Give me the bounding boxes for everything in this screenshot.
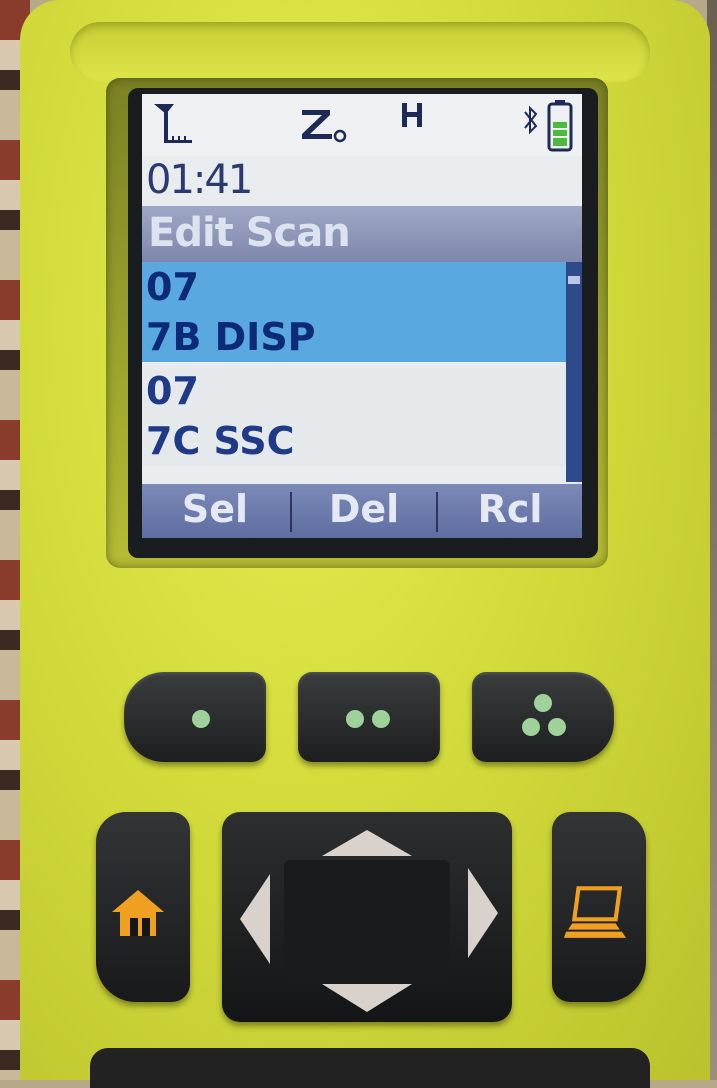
home-button[interactable] (96, 812, 190, 1002)
scrollbar-thumb[interactable] (568, 276, 580, 284)
right-arrow-icon[interactable] (466, 868, 500, 958)
two-dot-icon (372, 710, 390, 728)
three-dot-icon (534, 694, 552, 712)
battery-icon (547, 100, 573, 152)
clock-time: 01:41 (146, 157, 253, 203)
list-item[interactable]: 7B DISP (142, 312, 566, 362)
screen-title: Edit Scan (148, 210, 351, 256)
speaker-ridge (70, 22, 650, 82)
softkey-rcl-label: Rcl (477, 487, 543, 531)
three-dot-icon (522, 718, 540, 736)
up-arrow-icon[interactable] (322, 828, 412, 858)
list-item[interactable]: 07 (142, 262, 566, 312)
display-screen: 01:41 Edit Scan 07 7B DISP 07 7C SSC Sel… (142, 94, 582, 538)
list-scrollbar[interactable] (566, 262, 582, 482)
h-icon (402, 103, 422, 127)
soft-key-3-button[interactable] (472, 672, 614, 762)
dpad-center-button[interactable] (284, 860, 450, 978)
screen-title-bar: Edit Scan (142, 206, 582, 262)
laptop-icon (564, 886, 626, 938)
lower-keypad-row (90, 1048, 650, 1088)
navigation-dpad[interactable] (222, 812, 512, 1022)
softkey-del-label: Del (328, 487, 400, 531)
status-bar (142, 94, 582, 156)
softkey-bar: Sel Del Rcl (142, 484, 582, 538)
list-item[interactable]: 07 (142, 366, 566, 416)
softkey-sel-label: Sel (181, 487, 249, 531)
scan-list: 07 7B DISP 07 7C SSC (142, 262, 566, 482)
zoom-icon (302, 110, 347, 143)
down-arrow-icon[interactable] (322, 980, 412, 1014)
home-icon (112, 890, 164, 936)
three-dot-icon (548, 718, 566, 736)
left-arrow-icon[interactable] (238, 874, 272, 964)
bluetooth-icon (524, 105, 538, 135)
soft-key-1-button[interactable] (124, 672, 266, 762)
two-dot-icon (346, 710, 364, 728)
signal-icon (154, 104, 192, 143)
list-item[interactable]: 7C SSC (142, 416, 566, 466)
one-dot-icon (192, 710, 210, 728)
soft-key-2-button[interactable] (298, 672, 440, 762)
computer-button[interactable] (552, 812, 646, 1002)
